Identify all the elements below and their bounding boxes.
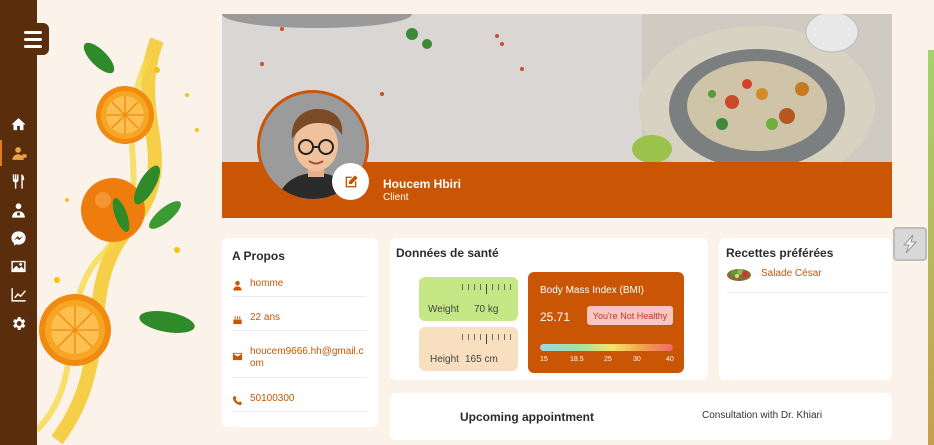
bmi-scale-tick: 30 bbox=[633, 356, 641, 363]
recipes-title: Recettes préférées bbox=[726, 246, 834, 260]
messenger-icon bbox=[11, 230, 26, 246]
scrollbar[interactable] bbox=[928, 50, 934, 445]
sidebar-item-gallery[interactable] bbox=[0, 253, 37, 279]
bmi-status-badge: You're Not Healthy bbox=[587, 306, 673, 325]
bmi-scale-tick: 25 bbox=[604, 356, 612, 363]
about-age-row: 22 ans bbox=[232, 312, 367, 331]
weight-value: 70 kg bbox=[474, 304, 499, 315]
recipe-item[interactable]: Salade César bbox=[727, 265, 887, 293]
chart-line-icon bbox=[11, 287, 26, 302]
bmi-scale-tick: 18.5 bbox=[570, 356, 584, 363]
edit-icon bbox=[345, 174, 358, 187]
about-gender-row: homme bbox=[232, 278, 367, 297]
bmi-widget: Body Mass Index (BMI) 25.71 You're Not H… bbox=[528, 272, 684, 373]
height-value: 165 cm bbox=[465, 354, 498, 365]
envelope-icon bbox=[232, 346, 250, 367]
about-phone: 50100300 bbox=[250, 393, 295, 404]
image-icon bbox=[11, 260, 26, 272]
about-card: A Propos homme 22 ans houcem9666.hh@gmai… bbox=[222, 238, 378, 427]
height-label: Height bbox=[430, 354, 459, 365]
gear-icon bbox=[13, 316, 26, 330]
sidebar-item-settings[interactable] bbox=[0, 310, 37, 336]
sidebar-item-messages[interactable] bbox=[0, 225, 37, 251]
bmi-value: 25.71 bbox=[540, 310, 571, 324]
about-email: houcem9666.hh@gmail.com bbox=[250, 346, 364, 369]
recipe-name: Salade César bbox=[761, 268, 822, 279]
profile-name: Houcem Hbiri bbox=[383, 177, 462, 191]
appointment-title: Upcoming appointment bbox=[460, 410, 594, 424]
bmi-scale-tick: 15 bbox=[540, 356, 548, 363]
sidebar-item-doctors[interactable] bbox=[0, 197, 37, 223]
doctor-icon bbox=[12, 202, 25, 218]
sidebar-item-recipes[interactable] bbox=[0, 168, 37, 194]
home-icon bbox=[11, 117, 26, 130]
height-widget: Height 165 cm bbox=[419, 327, 518, 371]
weight-label: Weight bbox=[428, 304, 459, 315]
person-icon bbox=[232, 278, 250, 296]
about-gender: homme bbox=[250, 278, 284, 289]
profile-role: Client bbox=[383, 192, 409, 203]
utensils-icon bbox=[12, 173, 25, 189]
sidebar-item-home[interactable] bbox=[0, 111, 37, 137]
phone-icon bbox=[232, 393, 250, 411]
bmi-scale-bar bbox=[540, 344, 673, 351]
orange-splash-illustration bbox=[37, 0, 220, 445]
salad-thumbnail-icon bbox=[727, 269, 751, 281]
favorite-recipes-card: Recettes préférées Salade César bbox=[719, 238, 892, 380]
hamburger-menu-button[interactable] bbox=[17, 23, 49, 55]
bolt-icon bbox=[902, 234, 918, 254]
sidebar-item-stats[interactable] bbox=[0, 281, 37, 307]
health-title: Données de santé bbox=[396, 246, 499, 260]
sidebar-item-profile[interactable] bbox=[0, 140, 37, 166]
height-ruler bbox=[462, 334, 511, 344]
edit-profile-button[interactable] bbox=[332, 163, 369, 200]
about-phone-row: 50100300 bbox=[232, 393, 367, 412]
bmi-title: Body Mass Index (BMI) bbox=[540, 285, 644, 296]
birthday-cake-icon bbox=[232, 312, 250, 330]
about-email-row: houcem9666.hh@gmail.com bbox=[232, 346, 367, 378]
weight-ruler bbox=[462, 284, 511, 294]
weight-widget: Weight 70 kg bbox=[419, 277, 518, 321]
about-age: 22 ans bbox=[250, 312, 281, 323]
about-title: A Propos bbox=[232, 249, 285, 263]
profile-icon bbox=[12, 146, 27, 160]
bmi-scale-tick: 40 bbox=[666, 356, 674, 363]
appointment-description[interactable]: Consultation with Dr. Khiari bbox=[702, 410, 822, 421]
floating-action-button[interactable] bbox=[893, 227, 927, 261]
